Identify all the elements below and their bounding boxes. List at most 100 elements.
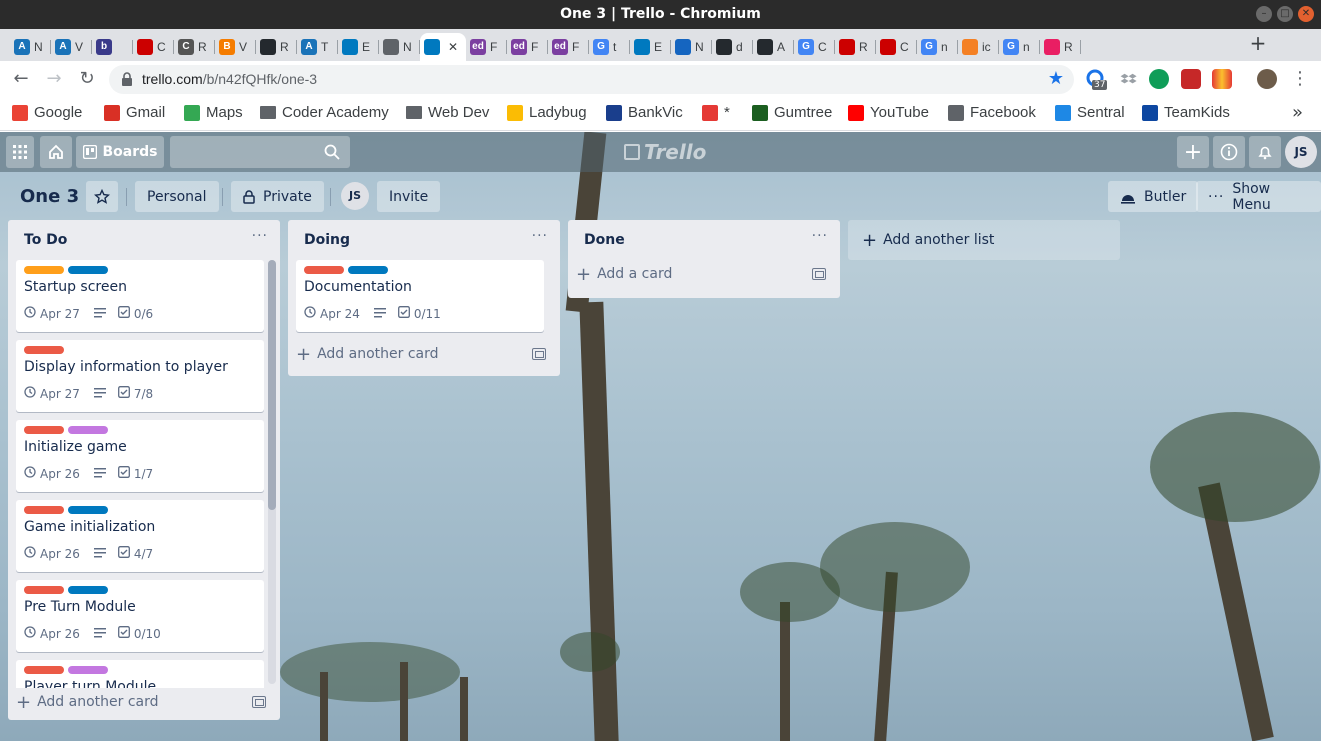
card-label[interactable]: [68, 666, 108, 674]
browser-tab[interactable]: CR: [174, 33, 215, 61]
minimize-button[interactable]: –: [1256, 6, 1272, 22]
list-title[interactable]: Doing: [304, 232, 350, 248]
browser-tab[interactable]: AT: [297, 33, 338, 61]
apps-switcher-button[interactable]: [6, 136, 34, 168]
card-label[interactable]: [24, 586, 64, 594]
trello-logo[interactable]: Trello: [624, 140, 706, 164]
bookmark-gumtree[interactable]: Gumtree: [752, 104, 832, 121]
card[interactable]: Initialize game Apr 26 1/7: [16, 420, 264, 492]
back-button[interactable]: ←: [10, 68, 32, 90]
extension-gear-icon[interactable]: 37: [1086, 69, 1108, 90]
browser-tab[interactable]: R: [1040, 33, 1081, 61]
board-title[interactable]: One 3: [20, 186, 79, 207]
card[interactable]: Startup screen Apr 27 0/6: [16, 260, 264, 332]
card-label[interactable]: [348, 266, 388, 274]
browser-tab[interactable]: Gn: [999, 33, 1040, 61]
browser-tab[interactable]: R: [835, 33, 876, 61]
board-member-avatar[interactable]: JS: [341, 182, 369, 210]
list-menu-icon[interactable]: ···: [252, 228, 268, 244]
browser-tab[interactable]: ic: [958, 33, 999, 61]
search-input[interactable]: [170, 136, 350, 168]
bookmark-ladybug[interactable]: Ladybug: [507, 104, 587, 121]
browser-tab[interactable]: ed F: [507, 33, 548, 61]
add-card-button[interactable]: + Add another card: [16, 688, 159, 716]
list-title[interactable]: To Do: [24, 232, 67, 248]
notifications-button[interactable]: [1249, 136, 1281, 168]
browser-tab[interactable]: ed F: [548, 33, 589, 61]
add-list-button[interactable]: + Add another list: [848, 220, 1120, 260]
browser-tab[interactable]: d: [712, 33, 753, 61]
new-tab-button[interactable]: +: [1248, 33, 1268, 53]
card[interactable]: Display information to player Apr 27 7/8: [16, 340, 264, 412]
close-tab-icon[interactable]: ✕: [448, 40, 458, 54]
star-board-button[interactable]: [86, 181, 118, 212]
create-button[interactable]: +: [1177, 136, 1209, 168]
card-label[interactable]: [68, 586, 108, 594]
tab-active[interactable]: ✕: [420, 33, 466, 61]
extension-m-icon[interactable]: [1212, 69, 1232, 89]
card-label[interactable]: [24, 266, 64, 274]
dropbox-icon[interactable]: [1119, 69, 1139, 89]
visibility-button[interactable]: Private: [231, 181, 324, 212]
card-label[interactable]: [68, 266, 108, 274]
card-template-icon[interactable]: [252, 696, 266, 708]
browser-tab[interactable]: C: [876, 33, 917, 61]
card-label[interactable]: [68, 426, 108, 434]
bookmark-star[interactable]: *: [702, 104, 730, 121]
card-label[interactable]: [304, 266, 344, 274]
list-menu-icon[interactable]: ···: [532, 228, 548, 244]
card-label[interactable]: [68, 506, 108, 514]
list-scrollbar[interactable]: [268, 260, 276, 684]
butler-button[interactable]: Butler: [1108, 181, 1199, 212]
browser-tab[interactable]: Gt: [589, 33, 630, 61]
address-bar[interactable]: trello.com/b/n42fQHfk/one-3 ★: [109, 65, 1074, 94]
maximize-button[interactable]: □: [1277, 6, 1293, 22]
close-window-button[interactable]: ✕: [1298, 6, 1314, 22]
bookmark-google[interactable]: Google: [12, 104, 82, 121]
chrome-menu-icon[interactable]: ⋮: [1289, 68, 1311, 90]
browser-tab[interactable]: ed F: [466, 33, 507, 61]
card-label[interactable]: [24, 666, 64, 674]
bookmark-bankvic[interactable]: BankVic: [606, 104, 683, 121]
card[interactable]: Player turn Module: [16, 660, 264, 688]
card[interactable]: Pre Turn Module Apr 26 0/10: [16, 580, 264, 652]
card-template-icon[interactable]: [812, 268, 826, 280]
bookmark-sentral[interactable]: Sentral: [1055, 104, 1125, 121]
forward-button[interactable]: →: [43, 68, 65, 90]
card-label[interactable]: [24, 346, 64, 354]
list-menu-icon[interactable]: ···: [812, 228, 828, 244]
card-template-icon[interactable]: [532, 348, 546, 360]
lastpass-icon[interactable]: [1181, 69, 1201, 89]
card[interactable]: Game initialization Apr 26 4/7: [16, 500, 264, 572]
browser-tab[interactable]: AN: [10, 33, 51, 61]
browser-tab[interactable]: C: [133, 33, 174, 61]
home-button[interactable]: [40, 136, 72, 168]
browser-tab[interactable]: A: [753, 33, 794, 61]
browser-tab[interactable]: N: [671, 33, 712, 61]
bookmark-maps[interactable]: Maps: [184, 104, 243, 121]
bookmarks-overflow-icon[interactable]: »: [1292, 102, 1303, 123]
bookmark-coder-academy[interactable]: Coder Academy: [260, 104, 389, 121]
info-button[interactable]: [1213, 136, 1245, 168]
boards-button[interactable]: Boards: [76, 136, 164, 168]
browser-tab[interactable]: R: [256, 33, 297, 61]
browser-tab[interactable]: BV: [215, 33, 256, 61]
reload-button[interactable]: ↻: [76, 68, 98, 90]
profile-avatar-icon[interactable]: [1257, 69, 1277, 89]
bookmark-facebook[interactable]: Facebook: [948, 104, 1036, 121]
browser-tab[interactable]: b: [92, 33, 133, 61]
bookmark-web-dev[interactable]: Web Dev: [406, 104, 489, 121]
browser-tab[interactable]: E: [630, 33, 671, 61]
bookmark-gmail[interactable]: Gmail: [104, 104, 165, 121]
browser-tab[interactable]: N: [379, 33, 420, 61]
hangouts-icon[interactable]: [1149, 69, 1169, 89]
list-title[interactable]: Done: [584, 232, 625, 248]
bookmark-youtube[interactable]: YouTube: [848, 104, 929, 121]
add-card-button[interactable]: + Add a card: [576, 260, 672, 288]
browser-tab[interactable]: Gn: [917, 33, 958, 61]
card-label[interactable]: [24, 426, 64, 434]
member-avatar[interactable]: JS: [1285, 136, 1317, 168]
browser-tab[interactable]: E: [338, 33, 379, 61]
team-button[interactable]: Personal: [135, 181, 219, 212]
card[interactable]: Documentation Apr 24 0/11: [296, 260, 544, 332]
